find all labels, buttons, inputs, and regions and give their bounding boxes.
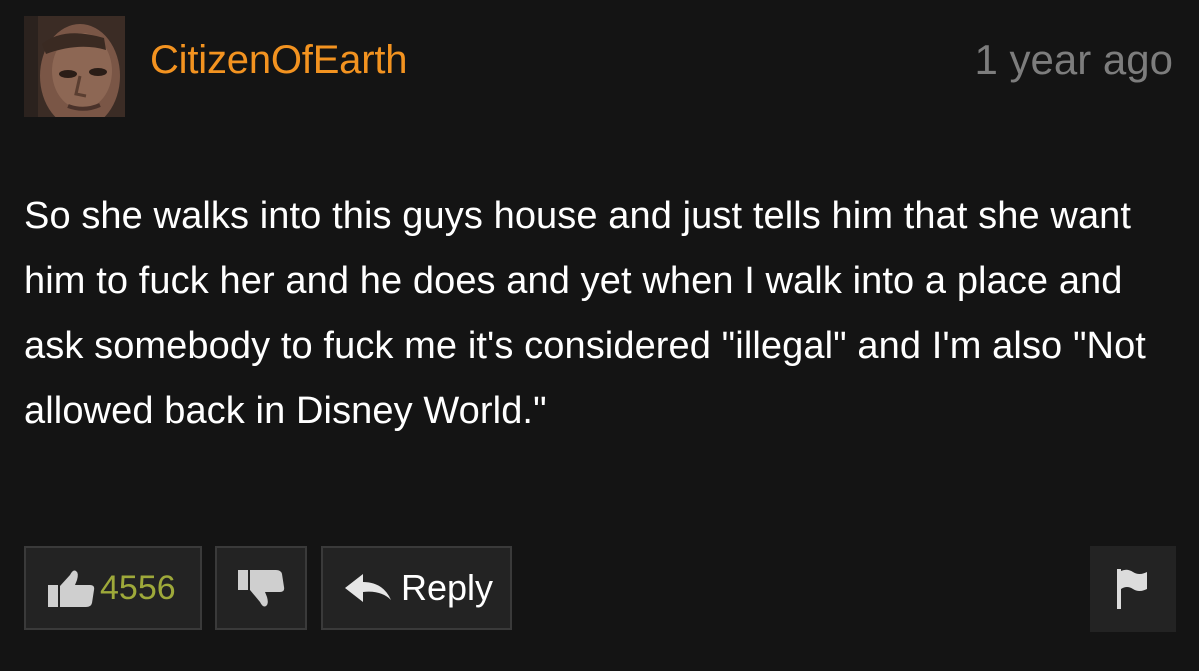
dislike-button[interactable] — [215, 546, 307, 630]
avatar[interactable] — [24, 16, 125, 117]
reply-label: Reply — [401, 567, 494, 608]
username-link[interactable]: CitizenOfEarth — [150, 36, 408, 84]
reply-button[interactable]: Reply — [321, 546, 512, 630]
thumbs-up-icon — [48, 570, 95, 607]
like-count: 4556 — [100, 568, 176, 607]
avatar-face-icon — [24, 16, 125, 117]
comment-text: So she walks into this guys house and ju… — [24, 195, 1146, 432]
flag-icon — [1117, 569, 1147, 609]
like-button[interactable]: 4556 — [24, 546, 202, 630]
reply-arrow-icon — [345, 574, 391, 602]
comment-card: CitizenOfEarth 1 year ago So she walks i… — [0, 0, 1199, 671]
thumbs-down-icon — [238, 570, 285, 607]
comment-timestamp: 1 year ago — [974, 36, 1173, 83]
flag-button[interactable] — [1090, 546, 1176, 632]
